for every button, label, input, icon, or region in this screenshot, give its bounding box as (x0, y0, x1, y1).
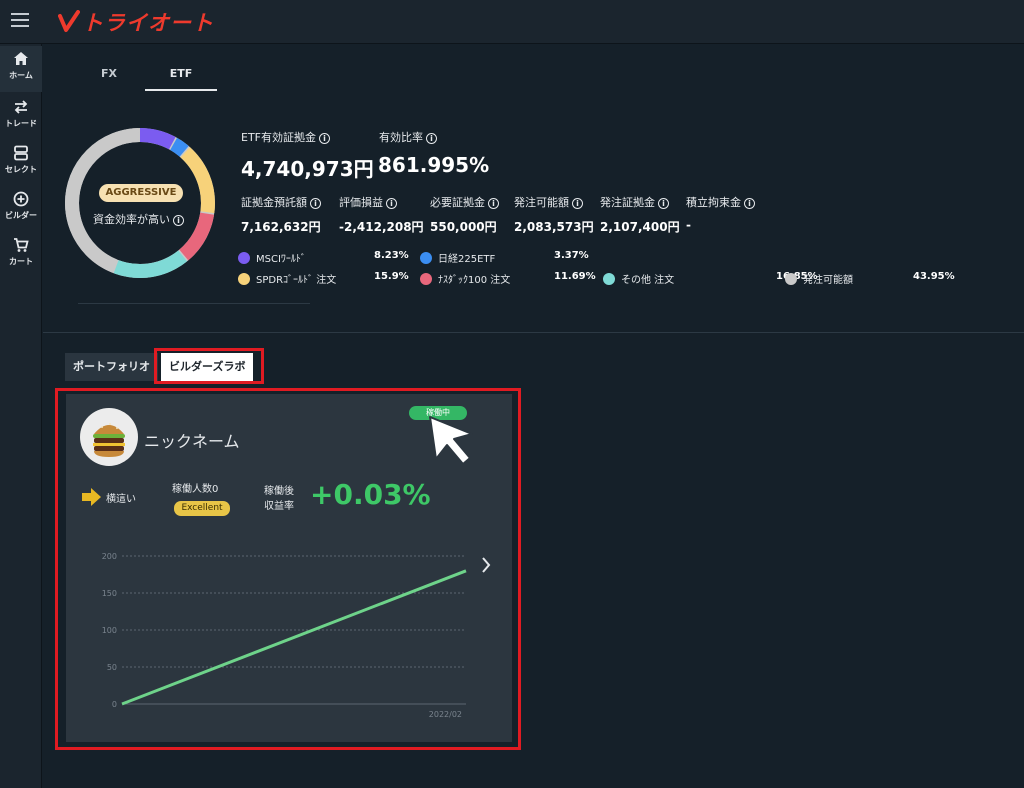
margin-value: 4,740,973円 (241, 157, 374, 181)
detail-value: 7,162,632円 (241, 220, 321, 234)
ratio-value: 861.995% (378, 153, 490, 177)
legend-name: ﾅｽﾀﾞｯｸ100 注文 (438, 275, 511, 286)
sidebar-item-home[interactable]: ホーム (0, 46, 42, 92)
allocation-donut-chart (63, 120, 217, 286)
legend-swatch (238, 273, 250, 285)
menu-icon[interactable] (11, 13, 29, 27)
detail-value: 550,000円 (430, 220, 497, 234)
legend-name: MSCIﾜｰﾙﾄﾞ (256, 254, 306, 265)
info-icon[interactable]: i (744, 198, 755, 209)
detail-label-text: 発注証拠金 (600, 196, 655, 209)
sidebar-item-select[interactable]: セレクト (0, 140, 42, 186)
info-icon[interactable]: i (310, 198, 321, 209)
detail-label-text: 積立拘束金 (686, 196, 741, 209)
info-icon[interactable]: i (386, 198, 397, 209)
sidebar-item-cart[interactable]: カート (0, 232, 42, 278)
legend-name: 発注可能額 (803, 275, 853, 286)
app-logo[interactable]: トライオート (58, 8, 214, 36)
ratio-label-text: 有効比率 (379, 131, 423, 144)
detail-label-text: 発注可能額 (514, 196, 569, 209)
detail-value: - (686, 218, 691, 232)
legend-item: SPDRｺﾞｰﾙﾄﾞ 注文 15.9% (238, 271, 414, 287)
sidebar-item-label: ホーム (9, 71, 33, 80)
tab-portfolio[interactable]: ポートフォリオ (65, 353, 158, 381)
legend-value: 8.23% (374, 250, 409, 261)
sidebar-item-label: セレクト (5, 165, 37, 174)
builder-icon (13, 191, 29, 207)
legend-swatch (238, 252, 250, 264)
risk-badge: AGGRESSIVE (99, 184, 183, 202)
legend-swatch (420, 252, 432, 264)
tab-fx[interactable]: FX (73, 59, 145, 91)
sidebar-item-trade[interactable]: トレード (0, 94, 42, 140)
info-icon[interactable]: i (173, 215, 184, 226)
cart-icon (14, 238, 29, 252)
logo-check-icon (58, 10, 80, 32)
legend-value: 11.69% (554, 271, 596, 282)
trade-icon (14, 100, 28, 114)
detail-value: 2,083,573円 (514, 220, 594, 234)
ratio-label: 有効比率 i (379, 129, 437, 145)
detail-label-text: 必要証拠金 (430, 196, 485, 209)
legend-name: SPDRｺﾞｰﾙﾄﾞ 注文 (256, 275, 337, 286)
detail-label: 必要証拠金 i (430, 194, 499, 210)
asset-tabs: FX ETF (73, 59, 217, 91)
detail-label: 証拠金預託額 i (241, 194, 321, 210)
detail-label-text: 証拠金預託額 (241, 196, 307, 209)
info-icon[interactable]: i (572, 198, 583, 209)
select-icon (14, 145, 28, 161)
sidebar-item-builder[interactable]: ビルダー (0, 186, 42, 232)
sidebar-item-label: カート (9, 257, 33, 266)
sidebar: ホーム トレード セレクト ビルダー カート (0, 44, 42, 788)
legend-name: 日経225ETF (438, 254, 496, 265)
info-icon[interactable]: i (658, 198, 669, 209)
legend-swatch (785, 273, 797, 285)
legend-item: ﾅｽﾀﾞｯｸ100 注文 11.69% (420, 271, 596, 287)
detail-label: 発注証拠金 i (600, 194, 669, 210)
info-icon[interactable]: i (426, 133, 437, 144)
home-icon (14, 52, 28, 65)
legend-swatch (603, 273, 615, 285)
top-bar: トライオート (0, 0, 1024, 44)
highlight-frame-tab (154, 348, 264, 384)
legend-value: 43.95% (913, 271, 955, 282)
detail-label: 評価損益 i (339, 194, 397, 210)
legend-swatch (420, 273, 432, 285)
detail-value: -2,412,208円 (339, 220, 424, 234)
detail-label: 積立拘束金 i (686, 194, 755, 210)
efficiency-text: 資金効率が高い (93, 213, 170, 226)
brand-name: トライオート (82, 11, 214, 35)
detail-label-text: 評価損益 (339, 196, 383, 209)
margin-label-text: ETF有効証拠金 (241, 131, 316, 144)
highlight-frame-card (55, 388, 521, 750)
legend-item: MSCIﾜｰﾙﾄﾞ 8.23% (238, 250, 414, 266)
account-summary-panel: FX ETF AGGRESSIVE 資金効率が高い i ETF有効証拠金 i 有効比… (43, 45, 1024, 333)
legend-value: 3.37% (554, 250, 589, 261)
efficiency-label: 資金効率が高い i (93, 211, 184, 227)
info-icon[interactable]: i (488, 198, 499, 209)
legend-item: 発注可能額 43.95% (785, 271, 955, 287)
tab-etf[interactable]: ETF (145, 59, 217, 91)
detail-value: 2,107,400円 (600, 220, 680, 234)
detail-label: 発注可能額 i (514, 194, 583, 210)
legend-item: 日経225ETF 3.37% (420, 250, 594, 266)
legend-value: 15.9% (374, 271, 409, 282)
legend-name: その他 注文 (621, 275, 675, 286)
sidebar-item-label: ビルダー (5, 211, 37, 220)
divider (78, 303, 310, 304)
info-icon[interactable]: i (319, 133, 330, 144)
sidebar-item-label: トレード (5, 119, 37, 128)
margin-label: ETF有効証拠金 i (241, 129, 330, 145)
